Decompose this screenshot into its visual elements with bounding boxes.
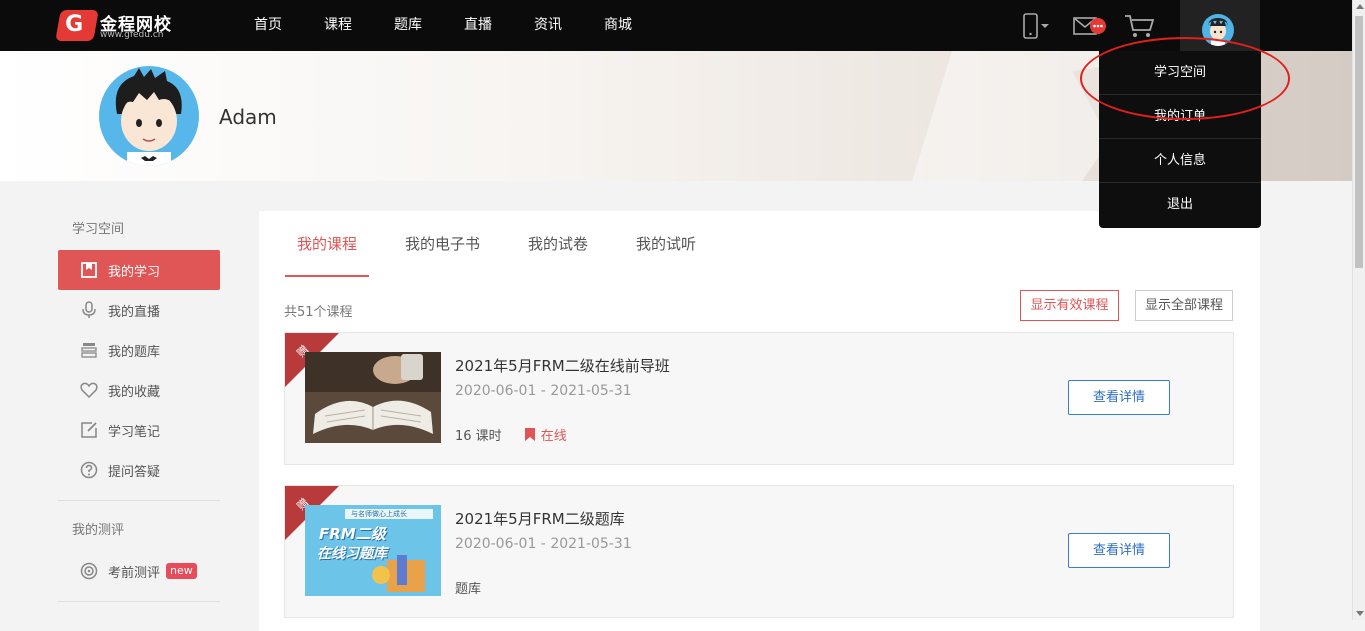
sidebar-section-title: 我的测评 [72,523,125,538]
sidebar-item-qa[interactable]: 提问答疑 [58,450,220,490]
course-meta: 16 课时 在线 [455,425,567,444]
sidebar-item-label: 学习笔记 [108,424,161,440]
course-title[interactable]: 2021年5月FRM二级题库 [455,508,625,529]
highlight-ellipse [1080,37,1290,120]
sidebar-divider [58,601,220,602]
tab-my-courses[interactable]: 我的课程 [285,211,370,277]
main-nav: 首页 课程 题库 直播 资讯 商城 [254,0,674,51]
sidebar-item-label: 考前测评 [108,565,161,581]
tab-my-ebooks[interactable]: 我的电子书 [393,211,492,275]
course-card: 赠 与名师做心上成长 FRM二级 在线习题库 2021年5月FRM二级题库 20… [284,485,1234,618]
thumb-tagline: 与名师做心上成长 [351,510,407,518]
site-logo[interactable]: G 金程网校 www.gfedu.cn [55,10,178,42]
mobile-phone-icon[interactable] [1022,13,1050,39]
sidebar-item-label: 我的收藏 [108,384,161,400]
cart-icon[interactable] [1124,13,1156,39]
thumb-title-line2: 在线习题库 [317,546,387,562]
course-count: 共51个课程 [284,305,353,320]
sidebar-item-my-live[interactable]: 我的直播 [58,290,220,330]
menu-item-profile[interactable]: 个人信息 [1099,139,1261,183]
sidebar-divider [58,500,220,501]
logo-mark: G [55,10,99,41]
new-badge: new [166,563,197,579]
sidebar-item-my-question-bank[interactable]: 我的题库 [58,330,220,370]
target-icon [80,562,98,580]
menu-item-logout[interactable]: 退出 [1099,183,1261,227]
course-lessons: 16 课时 [455,429,502,444]
course-card: 赠 2021年5月FRM二级在线前导班 2020-06-01 - 2021-05… [284,332,1234,465]
thumb-title-line1: FRM二级 [319,525,386,543]
course-thumbnail[interactable] [305,352,441,443]
course-meta: 题库 [455,578,481,597]
scrollbar-thumb[interactable] [1355,16,1363,268]
question-circle-icon [80,461,98,479]
sidebar: 学习空间 我的学习 我的直播 我的题库 我的收藏 学习笔记 提问答疑 我的测评 … [58,210,220,612]
show-all-courses-button[interactable]: 显示全部课程 [1135,290,1233,321]
course-title[interactable]: 2021年5月FRM二级在线前导班 [455,355,670,376]
nav-home[interactable]: 首页 [254,0,324,51]
course-online-status: 在线 [524,425,567,444]
main-panel: 我的课程 我的电子书 我的试卷 我的试听 共51个课程 显示有效课程 显示全部课… [259,211,1260,631]
show-valid-courses-button[interactable]: 显示有效课程 [1020,290,1119,321]
course-date-range: 2020-06-01 - 2021-05-31 [455,383,632,399]
sidebar-item-label: 我的学习 [108,264,161,280]
sidebar-item-label: 我的题库 [108,344,161,360]
mail-icon[interactable] [1073,16,1107,36]
content-tabs: 我的课程 我的电子书 我的试卷 我的试听 [285,211,732,277]
nav-shop[interactable]: 商城 [604,0,674,51]
view-details-button[interactable]: 查看详情 [1068,380,1170,415]
profile-avatar [99,66,199,166]
course-date-range: 2020-06-01 - 2021-05-31 [455,536,632,552]
view-details-button[interactable]: 查看详情 [1068,533,1170,568]
course-thumbnail[interactable]: 与名师做心上成长 FRM二级 在线习题库 [305,505,441,596]
nav-live[interactable]: 直播 [464,0,534,51]
scroll-up-arrow-icon[interactable] [1356,4,1364,9]
sidebar-section-title: 学习空间 [72,222,125,237]
nav-courses[interactable]: 课程 [324,0,394,51]
microphone-icon [82,301,96,318]
course-type: 题库 [455,582,482,597]
nav-question-bank[interactable]: 题库 [394,0,464,51]
sidebar-item-notes[interactable]: 学习笔记 [58,410,220,450]
sidebar-item-label: 提问答疑 [108,464,161,480]
sidebar-item-pre-exam-eval[interactable]: 考前测评 new [58,551,220,591]
logo-url: www.gfedu.cn [100,30,164,40]
sidebar-item-label: 我的直播 [108,304,161,320]
bookmark-box-icon [81,262,97,278]
tab-my-papers[interactable]: 我的试卷 [516,211,600,275]
stack-icon [81,343,97,358]
bookmark-icon [524,428,535,441]
heart-icon [80,382,98,399]
edit-note-icon [81,422,97,438]
profile-username: Adam [219,105,277,129]
sidebar-item-my-study[interactable]: 我的学习 [58,250,220,290]
scroll-down-arrow-icon[interactable] [1356,611,1364,616]
page-scrollbar[interactable] [1352,0,1365,620]
sidebar-item-my-favorites[interactable]: 我的收藏 [58,370,220,410]
tab-my-trials[interactable]: 我的试听 [624,211,708,275]
nav-news[interactable]: 资讯 [534,0,604,51]
